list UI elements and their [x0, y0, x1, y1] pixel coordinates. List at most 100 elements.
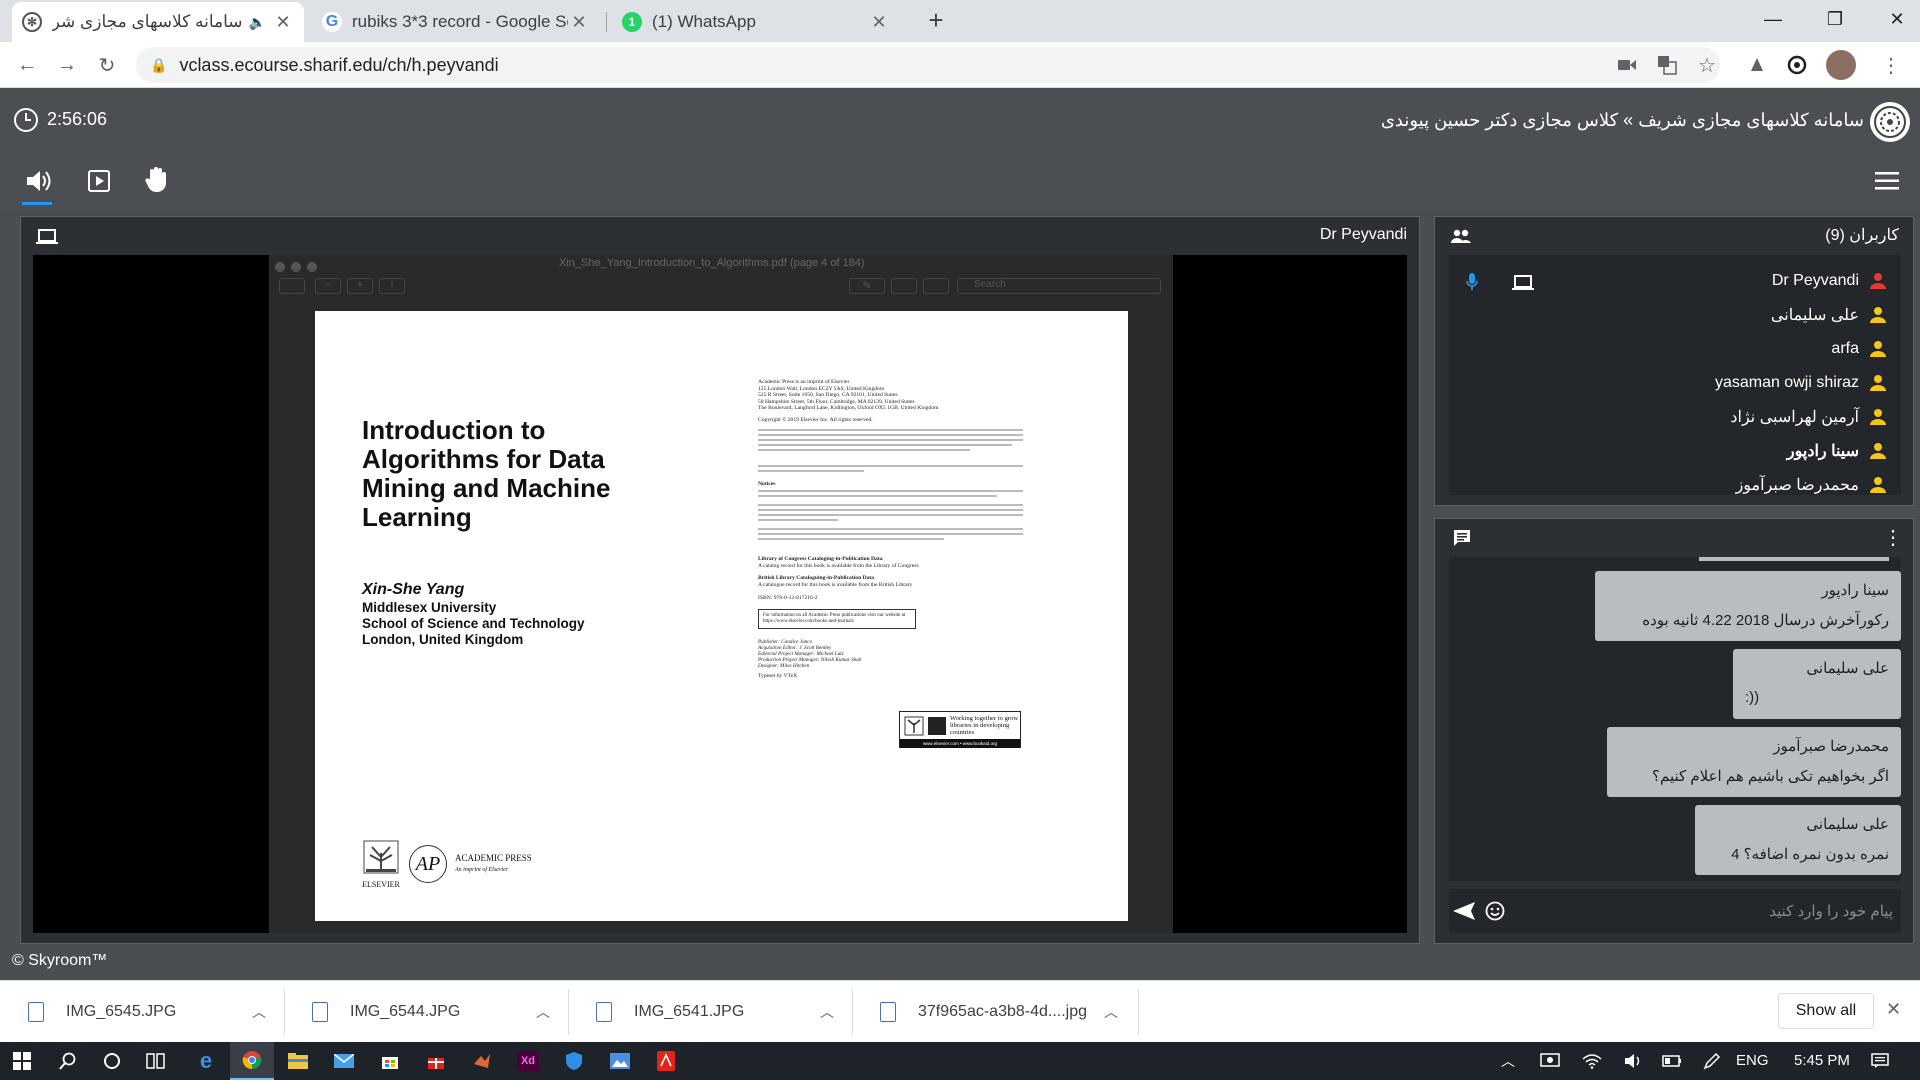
copyright-column: Academic Press is an imprint of Elsevier…	[758, 379, 1023, 680]
message-sender: سینا رادپور	[1821, 582, 1889, 599]
extension-icon[interactable]	[1742, 50, 1772, 80]
profile-avatar[interactable]	[1826, 50, 1856, 80]
notices-paragraph	[758, 490, 1023, 552]
sharif-logo-icon	[1870, 102, 1910, 142]
pen-icon[interactable]	[1690, 1042, 1734, 1080]
windows-start-icon[interactable]	[0, 1042, 44, 1080]
download-item[interactable]: 37f965ac-a3b8-4d....jpg ︿	[880, 981, 1130, 1043]
bookmark-star-icon[interactable]: ☆	[1692, 50, 1722, 80]
play-screen-icon[interactable]	[82, 164, 116, 198]
bl-text: A catalogue record for this book is avai…	[758, 581, 913, 588]
task-view-icon[interactable]	[134, 1042, 178, 1080]
annotate-icon[interactable]	[923, 278, 949, 294]
forward-icon[interactable]: →	[52, 50, 82, 80]
close-icon[interactable]: ✕	[272, 12, 294, 33]
chevron-up-icon[interactable]: ︿	[252, 1002, 266, 1022]
wifi-icon[interactable]	[1570, 1042, 1614, 1080]
notifications-icon[interactable]	[1858, 1042, 1902, 1080]
image-file-icon	[28, 1002, 44, 1022]
copyright-line: Copyright © 2019 Elsevier Inc. All right…	[758, 416, 873, 423]
edge-icon[interactable]: e	[184, 1042, 228, 1080]
store-icon[interactable]	[368, 1042, 412, 1080]
close-icon[interactable]: ✕	[568, 12, 590, 33]
chevron-up-icon[interactable]: ︿	[536, 1002, 550, 1022]
speaker-icon[interactable]	[22, 164, 56, 198]
author-affiliation: Middlesex University School of Science a…	[362, 600, 585, 648]
user-row[interactable]: محمدرضا صبرآموز	[1736, 471, 1887, 495]
emoji-icon[interactable]	[1483, 899, 1507, 923]
presenter-name: Dr Peyvandi	[1319, 226, 1407, 243]
user-icon	[1870, 375, 1886, 391]
matlab-icon[interactable]	[460, 1042, 504, 1080]
download-item[interactable]: IMG_6544.JPG ︿	[312, 981, 552, 1043]
camera-icon[interactable]	[1612, 50, 1642, 80]
maximize-button[interactable]: ❐	[1804, 0, 1866, 38]
display-icon[interactable]	[1528, 1042, 1572, 1080]
pdf-viewer-window: Xin_She_Yang_Introduction_to_Algorithms.…	[269, 255, 1173, 933]
toolbox-icon[interactable]	[891, 278, 917, 294]
cortana-icon[interactable]	[90, 1042, 134, 1080]
imprint-line: 125 London Wall, London EC2Y 5AS, United…	[758, 385, 885, 392]
chat-input[interactable]: پیام خود را وارد کنید	[1769, 902, 1893, 920]
divider	[284, 989, 285, 1035]
credits: Publisher: Candice Janco Acquisition Edi…	[758, 639, 1023, 669]
menu-dots-icon[interactable]: ⋮	[1876, 50, 1906, 80]
download-item[interactable]: IMG_6541.JPG ︿	[596, 981, 836, 1043]
minimize-button[interactable]: —	[1742, 0, 1804, 38]
raise-hand-icon[interactable]	[140, 162, 174, 196]
close-window-button[interactable]: ✕	[1866, 0, 1920, 38]
adobe-xd-icon[interactable]: Xd	[506, 1042, 550, 1080]
show-all-button[interactable]: Show all	[1778, 993, 1874, 1029]
screen-share-icon[interactable]	[1511, 273, 1535, 293]
close-icon[interactable]: ✕	[1886, 999, 1901, 1020]
sidebar-toggle-icon[interactable]	[279, 278, 305, 294]
hamburger-menu-icon[interactable]	[1872, 166, 1902, 196]
file-explorer-icon[interactable]	[276, 1042, 320, 1080]
zoom-in-icon[interactable]: +	[347, 278, 373, 294]
share-icon[interactable]: ↑	[379, 278, 405, 294]
close-icon[interactable]: ✕	[868, 12, 890, 33]
mail-icon[interactable]	[322, 1042, 366, 1080]
user-row[interactable]: سینا رادپور	[1787, 437, 1887, 465]
gift-icon[interactable]	[414, 1042, 458, 1080]
chat-options-icon[interactable]: ⋮	[1883, 525, 1903, 550]
download-item[interactable]: IMG_6545.JPG ︿	[28, 981, 268, 1043]
user-row[interactable]: آرمین لهراسبی نژاد	[1730, 403, 1887, 431]
user-row[interactable]: yasaman owji shiraz	[1715, 369, 1887, 397]
translate-icon[interactable]	[1652, 50, 1682, 80]
tab-google[interactable]: G rubiks 3*3 record - Google Search ✕	[312, 2, 600, 42]
address-bar[interactable]: 🔒 vclass.ecourse.sharif.edu/ch/h.peyvand…	[136, 47, 1720, 83]
extension-icon[interactable]	[1782, 50, 1812, 80]
markup-pen-icon[interactable]: ✎	[849, 278, 885, 294]
zoom-out-icon[interactable]: −	[315, 278, 341, 294]
pdf-reader-icon[interactable]	[644, 1042, 688, 1080]
users-panel: کاربران (9) Dr Peyvandi علی سلیمانی arfa…	[1434, 216, 1914, 506]
tab-sharif[interactable]: ✻ سامانه کلاسهای مجازی شریف 🔈 ✕	[12, 2, 304, 42]
user-row[interactable]: arfa	[1831, 335, 1887, 363]
speaker-icon[interactable]: 🔈	[249, 14, 266, 31]
elsevier-logo-icon: ELSEVIER	[362, 839, 400, 889]
chevron-up-icon[interactable]: ︿	[1104, 1002, 1118, 1022]
skyroom-footer: © Skyroom™	[12, 952, 108, 969]
chevron-up-icon[interactable]: ︿	[1486, 1042, 1530, 1080]
search-icon[interactable]	[46, 1042, 90, 1080]
user-icon	[1870, 477, 1886, 493]
chrome-icon[interactable]	[230, 1042, 274, 1080]
shield-icon[interactable]	[552, 1042, 596, 1080]
reload-icon[interactable]: ↻	[92, 50, 122, 80]
user-row[interactable]: Dr Peyvandi	[1772, 267, 1887, 295]
back-icon[interactable]: ←	[12, 50, 42, 80]
microphone-icon[interactable]	[1463, 271, 1481, 293]
language-indicator[interactable]: ENG	[1736, 1052, 1769, 1069]
image-viewer-icon[interactable]	[598, 1042, 642, 1080]
user-row[interactable]: علی سلیمانی	[1771, 301, 1887, 329]
new-tab-button[interactable]: +	[920, 4, 952, 36]
download-filename: IMG_6544.JPG	[350, 1003, 461, 1020]
chat-message: سینا رادپور رکورآخرش درسال 2018 4.22 ثان…	[1595, 571, 1901, 641]
tab-whatsapp[interactable]: 1 (1) WhatsApp ✕	[612, 2, 900, 42]
battery-icon[interactable]	[1650, 1042, 1694, 1080]
send-icon[interactable]	[1451, 899, 1477, 923]
chevron-up-icon[interactable]: ︿	[820, 1002, 834, 1022]
clock-time[interactable]: 5:45 PM	[1794, 1052, 1850, 1069]
pdf-search-input[interactable]: Search	[957, 278, 1161, 294]
